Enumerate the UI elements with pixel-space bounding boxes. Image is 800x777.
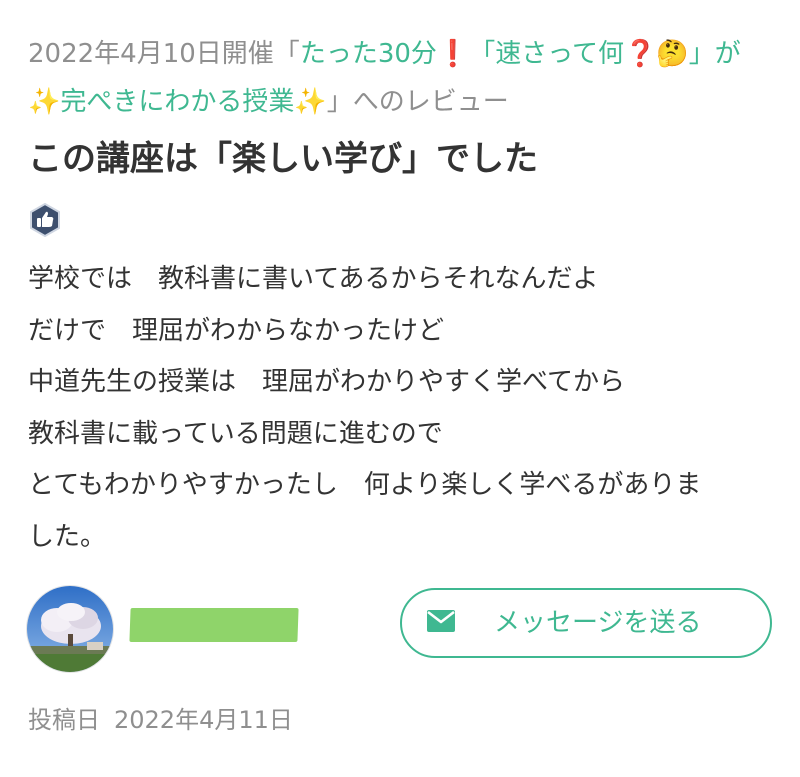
- course-close-quote: 」: [326, 87, 353, 117]
- course-open-quote: 「: [273, 39, 300, 69]
- course-title-part-2: 「速さって何: [469, 39, 624, 69]
- review-body-line: 教科書に載っている問題に進むので: [28, 418, 443, 449]
- cherry-blossom-tree-photo: [27, 586, 113, 672]
- course-title-part-4: 完ぺきにわかる授業: [60, 87, 295, 117]
- send-message-button[interactable]: メッセージを送る: [400, 588, 772, 658]
- review-body-line: した。: [28, 521, 107, 552]
- review-body-line: 学校では 教科書に書いてあるからそれなんだよ: [28, 264, 599, 294]
- posted-label: 投稿日: [28, 706, 100, 734]
- sparkles-emoji-icon: ✨: [294, 87, 327, 117]
- reviewer-avatar[interactable]: [26, 585, 114, 673]
- thumbs-up-icon: [28, 202, 62, 238]
- review-headline: この講座は「楽しい学び」でした: [28, 139, 538, 179]
- send-message-label: メッセージを送る: [494, 608, 702, 638]
- review-body-line: 中道先生の授業は 理屈がわかりやすく学べてから: [28, 367, 625, 397]
- reviewer-name-redacted: [129, 608, 299, 642]
- review-body: 学校では 教科書に書いてあるからそれなんだよ だけで 理屈がわからなかったけど …: [28, 254, 778, 563]
- question-emoji-icon: ❓: [623, 39, 657, 69]
- sparkles-emoji-icon: ✨: [28, 87, 61, 117]
- course-title-part-1: たった30分: [299, 39, 437, 69]
- thinking-face-emoji-icon: 🤔: [656, 39, 689, 69]
- post-date: 投稿日 2022年4月11日: [28, 702, 293, 738]
- event-date: 2022年4月10日開催: [28, 39, 274, 69]
- review-body-line: とてもわかりやすかったし 何より楽しく学べるがありま: [28, 470, 702, 500]
- exclamation-emoji-icon: ❗: [436, 39, 470, 69]
- review-suffix: へのレビュー: [352, 87, 509, 117]
- mail-icon: [427, 610, 455, 632]
- course-title-part-3: 」が: [688, 39, 741, 69]
- posted-date-value: 2022年4月11日: [114, 706, 293, 734]
- review-course-header: 2022年4月10日開催「たった30分❗「速さって何❓🤔」が ✨完ぺきにわかる授業…: [28, 30, 768, 126]
- review-body-line: だけで 理屈がわからなかったけど: [28, 315, 445, 346]
